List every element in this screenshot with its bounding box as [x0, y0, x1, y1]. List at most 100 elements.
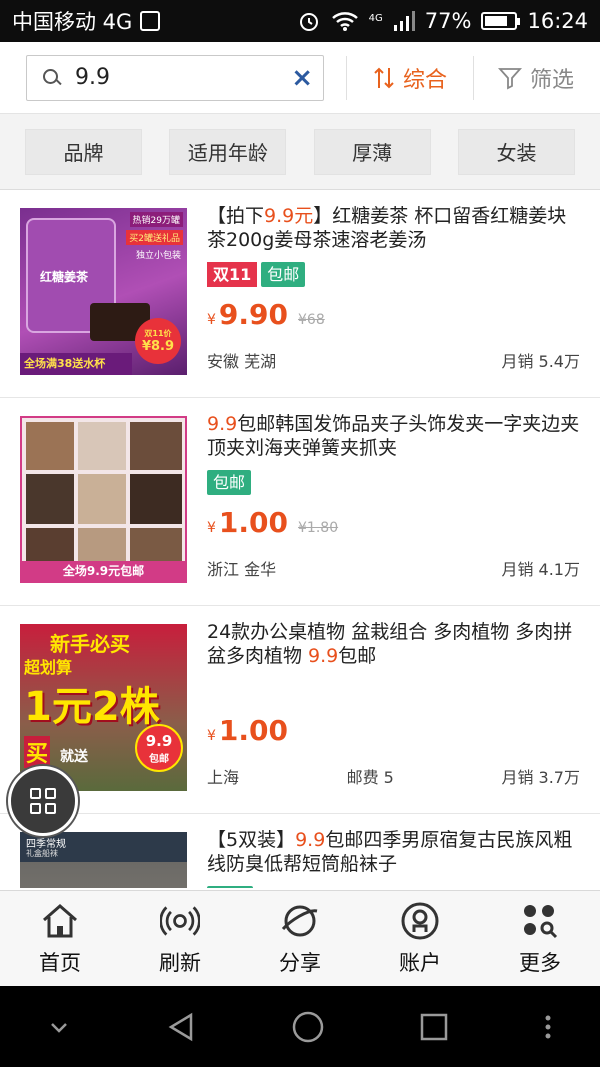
filter-label: 筛选 — [529, 67, 574, 93]
bottom-tab-bar: 首页 刷新 分享 账户 更多 — [0, 890, 600, 986]
sort-label: 综合 — [402, 67, 447, 93]
chevron-down-icon[interactable] — [47, 1015, 71, 1039]
monthly-sales: 月销 5.4万 — [501, 352, 580, 371]
search-icon — [41, 67, 63, 89]
price-value: 1.00 — [218, 506, 289, 539]
thumb-text: 买2罐送礼品 — [126, 230, 183, 245]
product-title: 【拍下9.9元】红糖姜茶 杯口留香红糖姜块茶200g姜母茶速溶老姜汤 — [207, 205, 567, 251]
thumb-text: 新手必买 — [50, 632, 130, 656]
product-meta: 安徽 芜湖 月销 5.4万 — [207, 348, 580, 372]
tab-label: 首页 — [39, 950, 81, 975]
chip-thickness[interactable]: 厚薄 — [313, 128, 431, 175]
filter-chip-row: 品牌 适用年龄 厚薄 女装 — [0, 114, 600, 190]
thumb-text: 独立小包装 — [135, 251, 181, 261]
clear-search-icon[interactable]: × — [291, 63, 313, 93]
product-title: 24款办公桌植物 盆栽组合 多肉植物 多肉拼盆多肉植物 9.9包邮 — [207, 621, 573, 667]
image-notification-icon — [140, 11, 161, 31]
product-location: 安徽 芜湖 — [207, 352, 277, 371]
search-box[interactable]: × — [26, 54, 324, 101]
product-info: 【拍下9.9元】红糖姜茶 杯口留香红糖姜块茶200g姜母茶速溶老姜汤 双11 包… — [207, 204, 580, 288]
price-value: 9.90 — [218, 298, 289, 331]
product-meta: 浙江 金华 月销 4.1万 — [207, 556, 580, 580]
product-tags: 包邮 — [207, 470, 580, 496]
chip-brand[interactable]: 品牌 — [25, 128, 142, 175]
sort-arrows-icon — [374, 67, 394, 88]
tab-home[interactable]: 首页 — [0, 891, 120, 986]
tab-label: 更多 — [519, 950, 561, 975]
tab-share[interactable]: 分享 — [240, 891, 360, 986]
product-price: ¥ 9.90 ¥68 — [207, 298, 325, 331]
thumb-text: 全场满38送水杯 — [20, 353, 132, 375]
product-image: 红糖姜茶 热销29万罐 买2罐送礼品 独立小包装 双11价 ¥8.9 全场满38… — [20, 208, 187, 375]
tab-label: 账户 — [399, 950, 441, 975]
system-nav-bar — [0, 986, 600, 1067]
product-tags: 双11 包邮 — [207, 262, 580, 288]
product-item[interactable]: 红糖姜茶 热销29万罐 买2罐送礼品 独立小包装 双11价 ¥8.9 全场满38… — [0, 190, 600, 398]
monthly-sales: 月销 4.1万 — [501, 560, 580, 579]
floating-grid-button[interactable] — [8, 766, 78, 836]
product-image: 四季常规 礼盒船袜 — [20, 832, 187, 888]
tab-refresh[interactable]: 刷新 — [120, 891, 240, 986]
overflow-menu-icon[interactable] — [543, 1014, 553, 1040]
product-location: 上海 — [207, 768, 240, 787]
tab-more[interactable]: 更多 — [480, 891, 600, 986]
thumb-text: 热销29万罐 — [129, 212, 183, 227]
thumb-text: 全场9.9元包邮 — [22, 561, 185, 581]
thumb-badge: 9.9 包邮 — [135, 724, 183, 772]
more-icon — [520, 901, 560, 941]
thumb-text: 红糖姜茶 — [40, 270, 89, 284]
product-meta: 上海 邮费 5 月销 3.7万 — [207, 764, 580, 788]
battery-percent: 77% — [424, 9, 472, 33]
currency-symbol: ¥ — [207, 312, 216, 328]
thumb-text: 双11价 — [144, 329, 172, 338]
product-item[interactable]: 四季常规 礼盒船袜 【5双装】9.9包邮四季男原宿复古民族风粗线防臭低帮短筒船袜… — [0, 814, 600, 888]
product-title: 【5双装】9.9包邮四季男原宿复古民族风粗线防臭低帮短筒船袜子 — [207, 829, 573, 875]
free-shipping-tag — [207, 886, 253, 888]
chip-womens[interactable]: 女装 — [457, 128, 575, 175]
product-price: ¥ 1.00 — [207, 714, 288, 747]
sort-comprehensive-button[interactable]: 综合 — [347, 62, 473, 94]
price-value: 1.00 — [218, 714, 289, 747]
thumb-text: 就送 — [60, 749, 88, 765]
free-shipping-tag: 包邮 — [207, 470, 252, 495]
shipping-fee: 邮费 5 — [346, 768, 394, 787]
product-price: ¥ 1.00 ¥1.80 — [207, 506, 338, 539]
thumb-text: 买 — [24, 736, 51, 768]
product-tags — [207, 886, 580, 888]
search-input[interactable] — [75, 65, 275, 90]
status-bar: 中国移动 4G 4G 77% 16:24 — [0, 0, 600, 42]
filter-button[interactable]: 筛选 — [474, 62, 598, 94]
tab-label: 刷新 — [159, 950, 201, 975]
thumb-text: 礼盒船袜 — [26, 849, 58, 858]
product-info: 24款办公桌植物 盆栽组合 多肉植物 多肉拼盆多肉植物 9.9包邮 — [207, 620, 580, 668]
thumb-badge: 双11价 ¥8.9 — [135, 318, 181, 364]
home-icon — [40, 901, 80, 941]
network-type: 4G — [368, 13, 383, 24]
share-icon — [280, 901, 320, 941]
currency-symbol: ¥ — [207, 520, 216, 536]
account-icon — [400, 901, 440, 941]
product-list: 红糖姜茶 热销29万罐 买2罐送礼品 独立小包装 双11价 ¥8.9 全场满38… — [0, 190, 600, 888]
clock: 16:24 — [527, 9, 588, 33]
thumb-text: 1元2株 — [24, 684, 160, 730]
original-price: ¥68 — [298, 312, 325, 328]
monthly-sales: 月销 3.7万 — [501, 768, 580, 787]
product-item[interactable]: 全场9.9元包邮 9.9包邮韩国发饰品夹子头饰发夹一字夹边夹顶夹刘海夹弹簧夹抓夹… — [0, 398, 600, 606]
tab-account[interactable]: 账户 — [360, 891, 480, 986]
product-info: 9.9包邮韩国发饰品夹子头饰发夹一字夹边夹顶夹刘海夹弹簧夹抓夹 包邮 — [207, 412, 580, 496]
chip-age[interactable]: 适用年龄 — [169, 128, 287, 175]
tab-label: 分享 — [279, 950, 321, 975]
double11-tag: 双11 — [207, 262, 258, 287]
wifi-icon — [331, 12, 358, 31]
search-header: × 综合 筛选 — [0, 42, 600, 114]
currency-symbol: ¥ — [207, 728, 216, 744]
back-icon[interactable] — [165, 1011, 197, 1043]
recents-icon[interactable] — [419, 1012, 449, 1042]
free-shipping-tag: 包邮 — [261, 262, 306, 287]
carrier-label: 中国移动 4G — [12, 10, 133, 34]
product-item[interactable]: 新手必买 超划算 1元2株 买 就送 9.9 包邮 24款办公桌植物 盆栽组合 … — [0, 606, 600, 814]
refresh-icon — [160, 901, 200, 941]
grid-icon — [30, 788, 56, 814]
signal-icon — [393, 11, 415, 31]
home-circle-icon[interactable] — [291, 1010, 325, 1044]
